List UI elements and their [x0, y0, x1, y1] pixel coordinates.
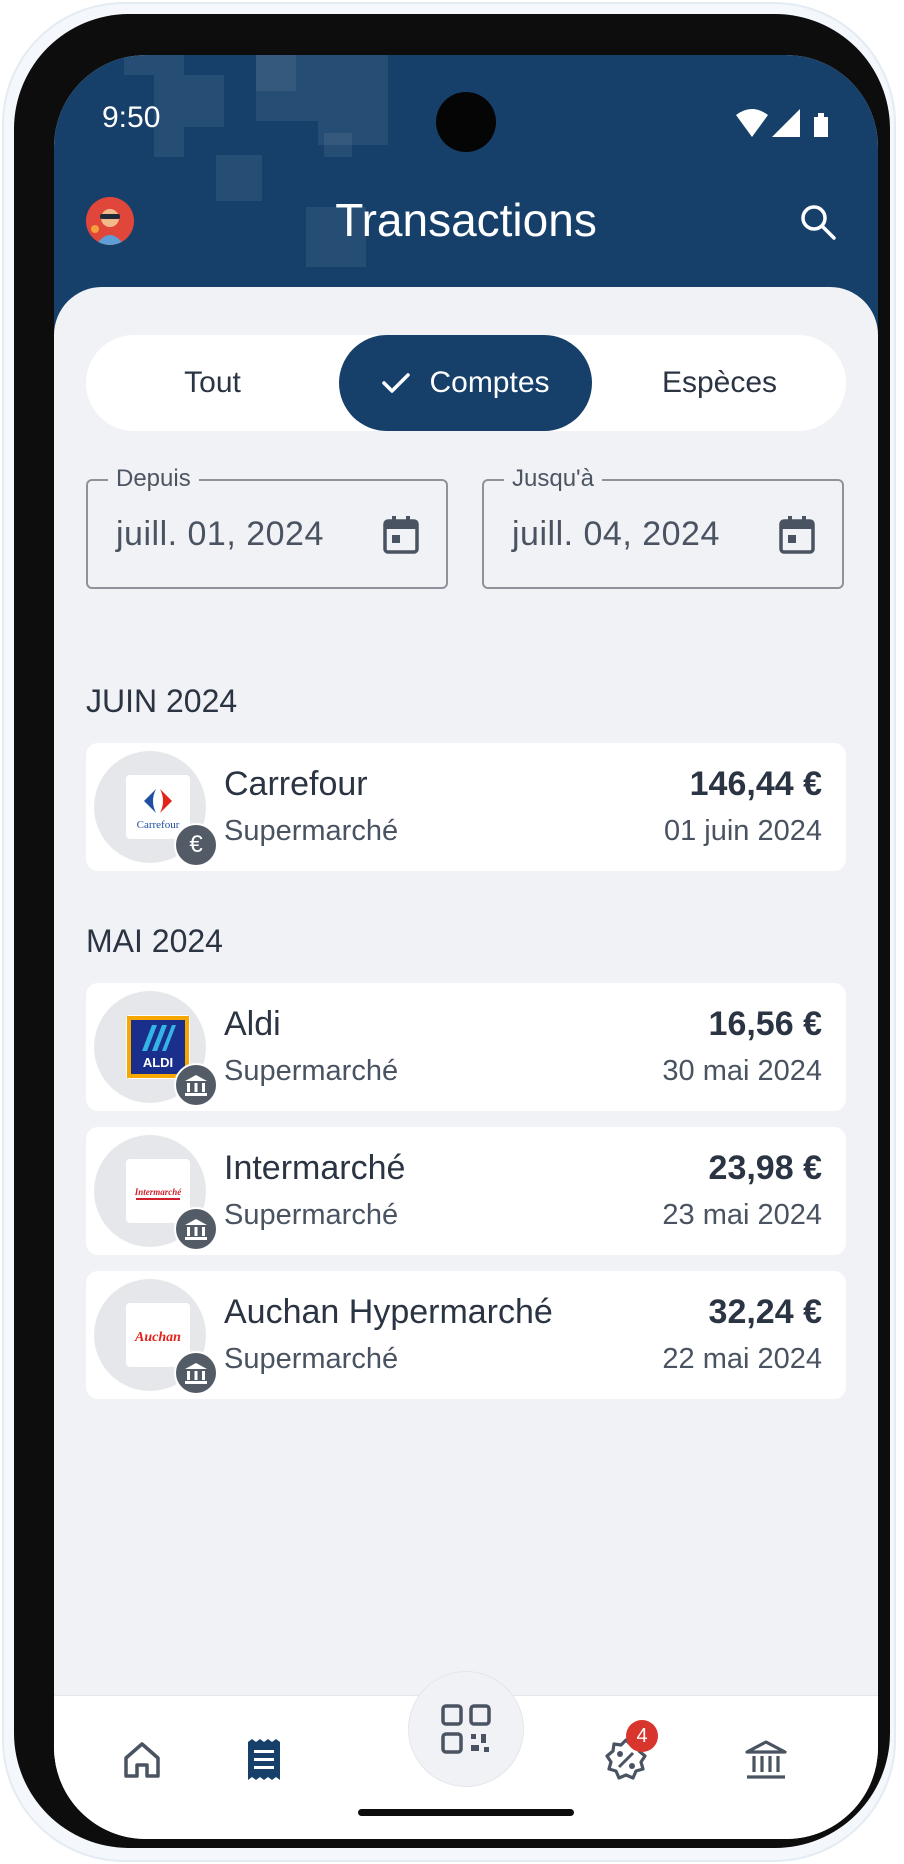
home-icon[interactable] [118, 1736, 166, 1784]
tab-comptes[interactable]: Comptes [339, 335, 592, 431]
screen: 9:50 Transactions Tout Comptes Espèces D… [54, 55, 878, 1839]
svg-text:ALDI: ALDI [143, 1055, 173, 1070]
content-panel: Tout Comptes Espèces Depuis juill. 01, 2… [54, 287, 878, 1839]
status-icons [736, 109, 828, 137]
transaction-date: 22 mai 2024 [662, 1343, 822, 1375]
transaction-card[interactable]: Intermarché Intermarché Supermarché 23,9… [86, 1127, 846, 1255]
merchant-name: Intermarché [224, 1149, 406, 1187]
camera-cutout [436, 92, 496, 152]
search-icon[interactable] [798, 202, 838, 242]
transaction-card[interactable]: ALDI Aldi Supermarché 16,56 € 30 mai 202… [86, 983, 846, 1111]
tab-especes[interactable]: Espèces [593, 335, 846, 431]
tab-label: Espèces [661, 366, 778, 399]
merchant-logo: Intermarché [94, 1135, 218, 1251]
offers-notification-badge: 4 [626, 1720, 658, 1752]
bank-icon[interactable] [742, 1736, 790, 1784]
date-to-field[interactable]: Jusqu'à juill. 04, 2024 [482, 465, 844, 589]
merchant-category: Supermarché [224, 1199, 399, 1231]
euro-badge: € [174, 823, 218, 867]
svg-text:Carrefour: Carrefour [137, 819, 180, 831]
month-header: MAI 2024 [86, 923, 223, 959]
date-to-label: Jusqu'à [504, 465, 602, 493]
merchant-category: Supermarché [224, 815, 399, 847]
battery-icon [814, 117, 828, 137]
merchant-category: Supermarché [224, 1343, 399, 1375]
home-indicator[interactable] [358, 1809, 574, 1816]
qr-code-icon [441, 1704, 491, 1754]
bank-badge [174, 1063, 218, 1107]
calendar-icon[interactable] [778, 515, 816, 555]
date-from-value: juill. 01, 2024 [116, 515, 324, 553]
tab-label: Tout [184, 366, 241, 399]
tab-label: Comptes [429, 366, 550, 399]
bank-badge [174, 1351, 218, 1395]
merchant-logo: ALDI [94, 991, 218, 1107]
transaction-date: 23 mai 2024 [662, 1199, 822, 1231]
svg-text:Intermarché: Intermarché [134, 1187, 183, 1197]
transaction-card[interactable]: Carrefour € Carrefour Supermarché 146,44… [86, 743, 846, 871]
bank-badge [174, 1207, 218, 1251]
date-to-value: juill. 04, 2024 [512, 515, 720, 553]
merchant-logo: Carrefour € [94, 751, 218, 867]
merchant-name: Aldi [224, 1005, 281, 1043]
month-header: JUIN 2024 [86, 683, 238, 719]
merchant-name: Carrefour [224, 765, 368, 803]
date-from-label: Depuis [108, 465, 199, 493]
transaction-amount: 16,56 € [708, 1005, 822, 1043]
bank-icon [185, 1363, 207, 1384]
svg-text:Auchan: Auchan [134, 1330, 181, 1345]
status-time: 9:50 [102, 101, 161, 134]
wifi-icon [736, 109, 768, 137]
tab-tout[interactable]: Tout [86, 335, 339, 431]
transaction-amount: 32,24 € [708, 1293, 822, 1331]
merchant-category: Supermarché [224, 1055, 399, 1087]
transaction-amount: 146,44 € [689, 765, 822, 803]
signal-icon [772, 109, 800, 137]
merchant-logo: Auchan [94, 1279, 218, 1395]
filter-segmented-control: Tout Comptes Espèces [86, 335, 846, 431]
bank-icon [185, 1219, 207, 1240]
date-from-field[interactable]: Depuis juill. 01, 2024 [86, 465, 448, 589]
transaction-card[interactable]: Auchan Auchan Hypermarché Supermarché 32… [86, 1271, 846, 1399]
receipt-icon[interactable] [240, 1736, 288, 1784]
qr-scan-button[interactable] [408, 1671, 524, 1787]
phone-body: 9:50 Transactions Tout Comptes Espèces D… [14, 14, 890, 1848]
check-icon [382, 373, 411, 393]
calendar-icon[interactable] [382, 515, 420, 555]
transaction-date: 30 mai 2024 [662, 1055, 822, 1087]
merchant-name: Auchan Hypermarché [224, 1293, 553, 1331]
page-title: Transactions [335, 194, 597, 246]
transaction-amount: 23,98 € [708, 1149, 822, 1187]
bank-icon [185, 1075, 207, 1096]
transaction-date: 01 juin 2024 [663, 815, 822, 847]
